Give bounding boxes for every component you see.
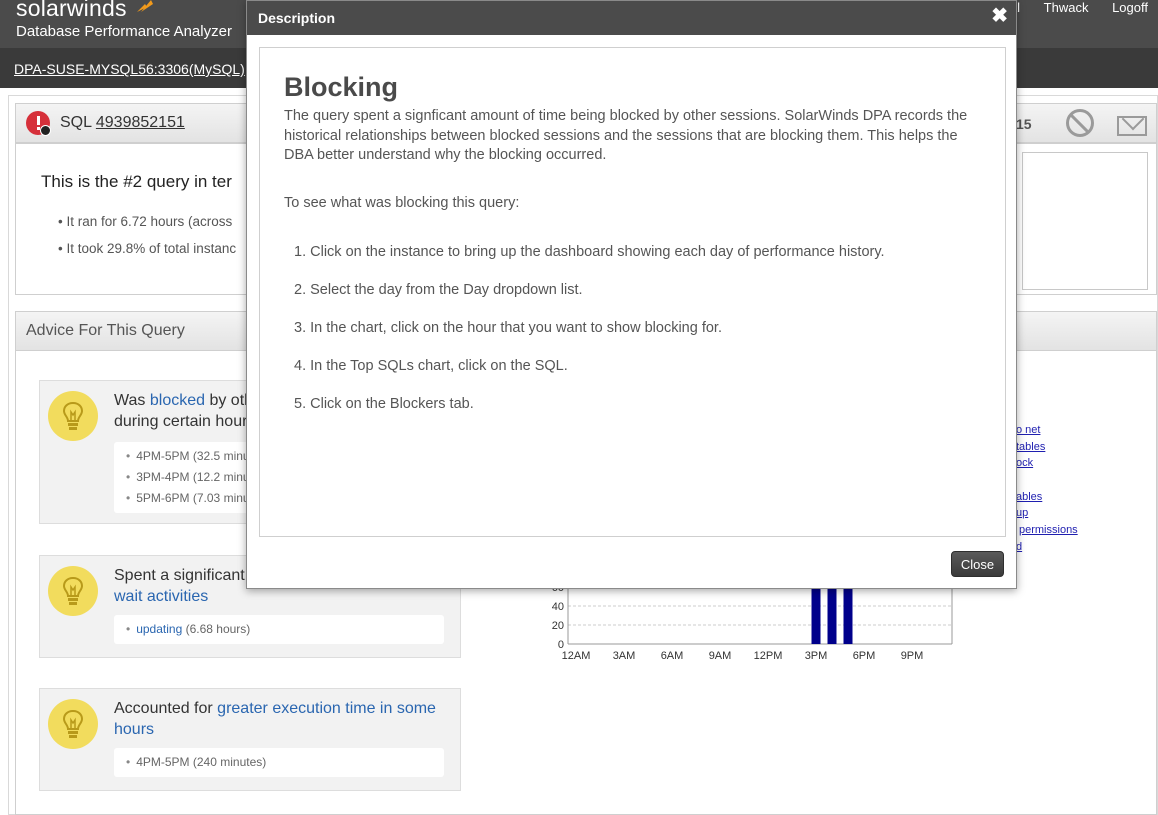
list-item: 4PM-5PM (240 minutes) [126,752,444,773]
advice-list: updating (6.68 hours) [114,615,444,644]
modal-header: Description ✖ [247,1,1016,35]
side-link[interactable]: ock [1016,457,1033,469]
summary-title: This is the #2 query in ter [41,172,232,191]
chart-bar [811,580,821,644]
side-link[interactable]: ables [1016,491,1042,503]
advice-text: Accounted for greater execution time in … [114,700,436,738]
side-link[interactable]: o net [1016,424,1040,436]
close-button[interactable]: Close [951,551,1004,577]
app-subtitle: Database Performance Analyzer [16,23,232,40]
sql-label: SQL [60,114,92,131]
lightbulb-icon [48,566,98,616]
updating-link[interactable]: updating [136,622,182,636]
y-tick-label: 40 [552,601,564,613]
instance-link[interactable]: DPA-SUSE-MYSQL56:3306(MySQL) [14,61,245,77]
chart-bar [843,580,853,644]
logoff-link[interactable]: Logoff [1112,0,1148,15]
x-tick-label: 6AM [661,650,684,662]
x-tick-label: 9AM [709,650,732,662]
list-item: updating (6.68 hours) [126,619,444,640]
modal-content: Blocking The query spent a signficant am… [259,47,1006,537]
wait-activities-link[interactable]: wait activities [114,588,208,605]
close-icon[interactable]: ✖ [991,5,1008,27]
lightbulb-icon [48,699,98,749]
side-link[interactable]: up [1016,507,1028,519]
blocking-chart[interactable]: 020406012AM3AM6AM9AM12PM3PM6PM9PM [540,580,960,670]
sql-alert-icon [26,111,51,136]
modal-heading: Blocking [284,72,399,102]
x-tick-label: 12PM [754,650,783,662]
solarwinds-logo: solarwinds [16,0,127,21]
modal-step: 2. Select the day from the Day dropdown … [294,282,583,298]
modal-title: Description [258,10,336,26]
x-tick-label: 6PM [853,650,876,662]
ignore-icon[interactable] [1066,109,1094,137]
modal-paragraph: The query spent a signficant amount of t… [284,108,968,163]
sql-number: 15 [1016,116,1032,132]
x-tick-label: 3AM [613,650,636,662]
modal-step: 4. In the Top SQLs chart, click on the S… [294,358,568,374]
side-link[interactable]: permissions [1019,524,1078,536]
lightbulb-icon [48,391,98,441]
y-tick-label: 20 [552,620,564,632]
advice-card-execution: Accounted for greater execution time in … [39,688,461,791]
advice-list: 4PM-5PM (240 minutes) [114,748,444,777]
description-modal: Description ✖ Blocking The query spent a… [246,0,1017,589]
blocked-link[interactable]: blocked [150,392,205,409]
thwack-link[interactable]: Thwack [1044,0,1089,15]
x-tick-label: 9PM [901,650,924,662]
advice-title: Advice For This Query [26,322,185,339]
logo-flame-icon [137,0,153,12]
modal-step: 1. Click on the instance to bring up the… [294,244,885,260]
summary-item: • It took 29.8% of total instanc [58,241,237,256]
modal-step: 3. In the chart, click on the hour that … [294,320,722,336]
modal-intro: To see what was blocking this query: [284,195,520,211]
sql-title: SQL 4939852151 [60,114,185,132]
x-tick-label: 12AM [562,650,591,662]
modal-step: 5. Click on the Blockers tab. [294,396,474,412]
chart-bar [827,580,837,644]
side-link[interactable]: tables [1016,441,1045,453]
sql-id-link[interactable]: 4939852151 [96,114,185,131]
summary-item: • It ran for 6.72 hours (across [58,214,233,229]
notes-textarea[interactable] [1022,152,1148,290]
x-tick-label: 3PM [805,650,828,662]
email-icon[interactable] [1117,116,1147,136]
